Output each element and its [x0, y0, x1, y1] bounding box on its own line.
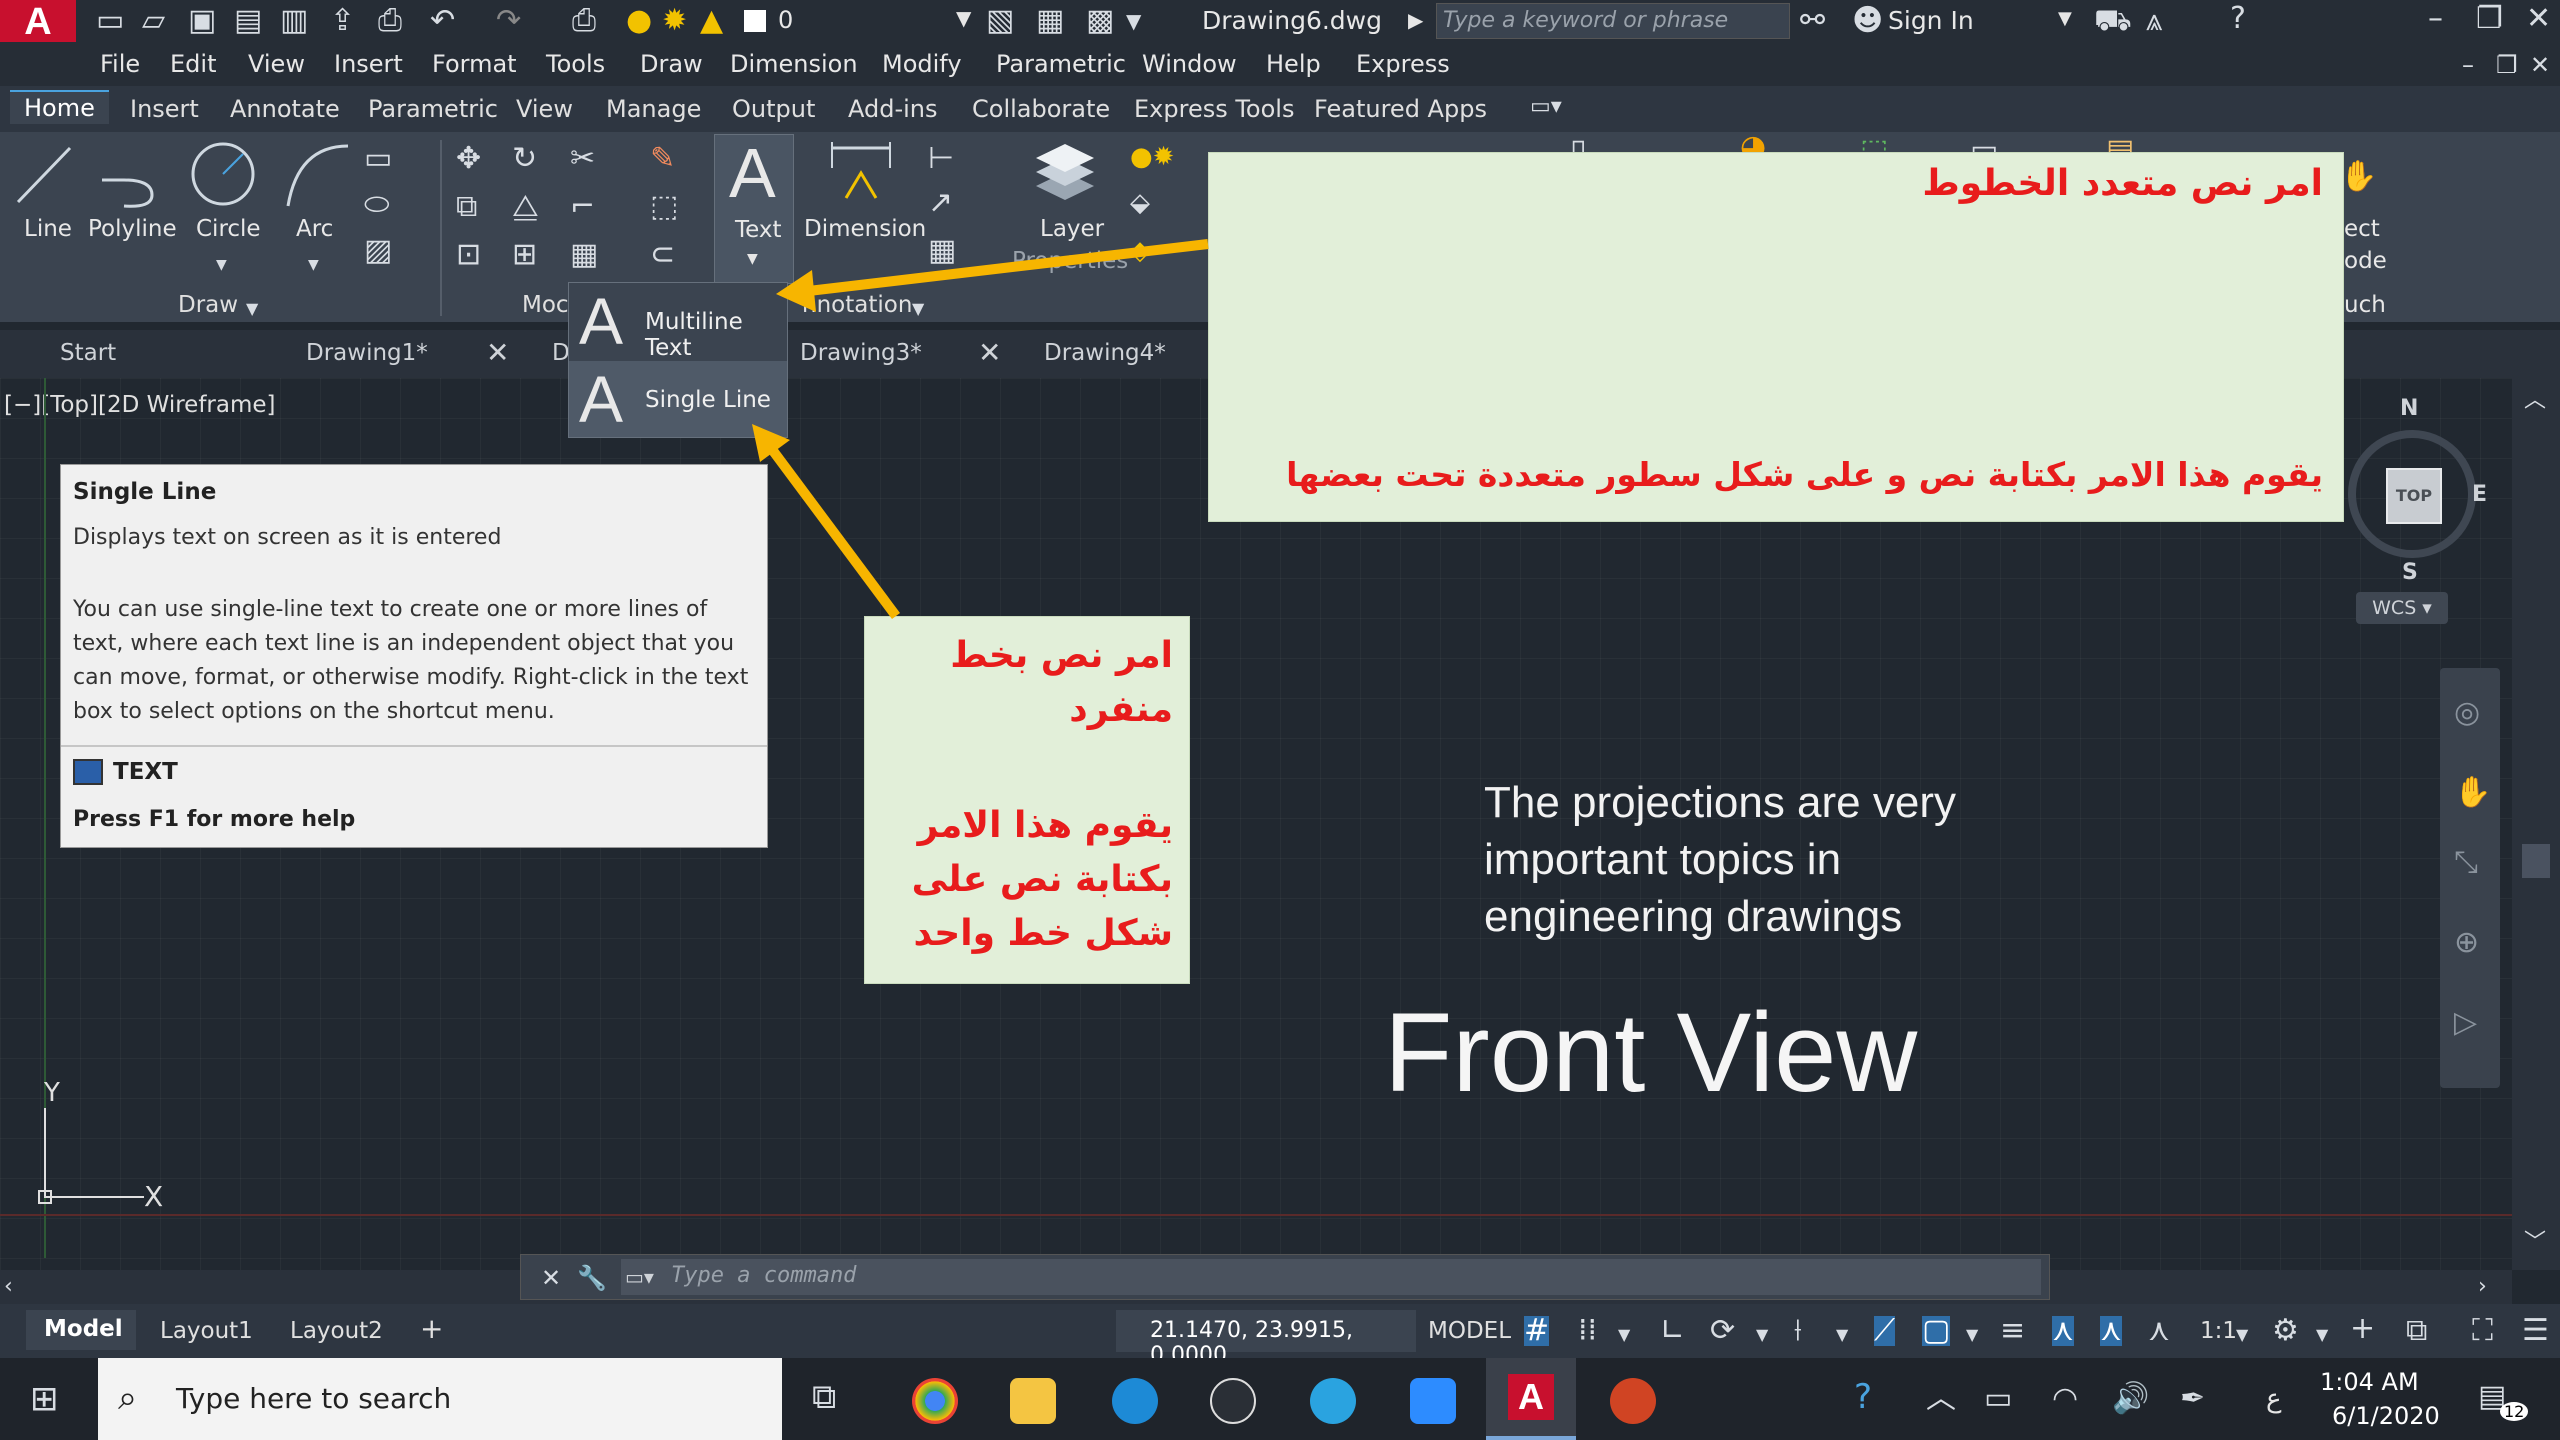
chevron-down-icon[interactable]: ▼ [1836, 1320, 1848, 1350]
search-icon: ⌕ [118, 1378, 138, 1418]
auto-scale-icon[interactable]: ⋏ [2100, 1316, 2122, 1346]
chevron-down-icon[interactable]: ▼ [1618, 1320, 1630, 1350]
layout-tab-model-label: Model [44, 1316, 123, 1342]
task-view-icon[interactable]: ⧉ [812, 1380, 836, 1414]
autocad-icon: A [1508, 1374, 1554, 1420]
add-layout-icon[interactable]: + [420, 1312, 443, 1345]
annotation-scale-icon[interactable]: ⋏ [2148, 1316, 2170, 1346]
file-explorer-icon[interactable] [1010, 1378, 1056, 1424]
fullscreen-icon[interactable]: ⛶ [2472, 1316, 2493, 1346]
layout-tab-layout1[interactable]: Layout1 [160, 1318, 253, 1344]
ortho-icon[interactable]: ∟ [1660, 1316, 1685, 1346]
help-tray-icon[interactable]: ? [1854, 1380, 1872, 1414]
wifi-icon[interactable]: ◠ [2052, 1384, 2078, 1414]
isolate-objects-icon[interactable]: ⧉ [2406, 1316, 2427, 1346]
polar-icon[interactable]: ⟳ [1710, 1316, 1735, 1346]
volume-icon[interactable]: 🔊 [2112, 1384, 2149, 1414]
windows-taskbar: ⊞ ⌕ Type here to search ⧉ A ? ︿ ▭ ◠ 🔊 ✒ … [0, 1358, 2560, 1440]
show-hidden-icons[interactable]: ︿ [1926, 1384, 1956, 1414]
grid-icon[interactable]: # [1524, 1316, 1550, 1346]
clock-time[interactable]: 1:04 AM [2320, 1368, 2419, 1396]
model-space-button[interactable]: MODEL [1428, 1318, 1511, 1344]
layout-tab-layout2[interactable]: Layout2 [290, 1318, 383, 1344]
arrow-head-multiline [776, 270, 816, 312]
annotation-visibility-icon[interactable]: ⋏ [2052, 1316, 2074, 1346]
isodraft-icon[interactable]: ⟋ [1874, 1316, 1895, 1346]
zoom-icon[interactable] [1410, 1378, 1456, 1424]
plus-icon[interactable]: + [2350, 1314, 2375, 1344]
input-language[interactable]: ع [2266, 1384, 2282, 1414]
annotation-scale-value[interactable]: 1:1 [2200, 1318, 2237, 1344]
osnap-tracking-icon[interactable]: ⟊ [1794, 1316, 1802, 1346]
coordinate-readout[interactable]: 21.1470, 23.9915, 0.0000 [1116, 1310, 1416, 1368]
lineweight-icon[interactable]: ≡ [2000, 1316, 2025, 1346]
chevron-down-icon[interactable]: ▼ [2316, 1320, 2328, 1350]
notification-count: 12 [2500, 1402, 2529, 1421]
arrow-to-multiline [799, 239, 1209, 297]
clock-date[interactable]: 6/1/2020 [2332, 1402, 2440, 1430]
snap-icon[interactable]: ⁞⁞ [1578, 1316, 1597, 1346]
battery-icon[interactable]: ▭ [1984, 1384, 2012, 1414]
annotation-arrows [752, 239, 1209, 619]
chevron-down-icon[interactable]: ▼ [2236, 1320, 2248, 1350]
chrome-icon[interactable] [912, 1378, 958, 1424]
chevron-down-icon[interactable]: ▼ [1756, 1320, 1768, 1350]
gear-icon[interactable]: ⚙ [2272, 1316, 2299, 1346]
photos-icon[interactable] [1210, 1378, 1256, 1424]
object-snap-icon[interactable]: ▢ [1922, 1316, 1951, 1346]
taskbar-search-box[interactable]: ⌕ Type here to search [98, 1358, 782, 1440]
status-bar: Model Layout1 Layout2 + 21.1470, 23.9915… [0, 1304, 2560, 1368]
powerpoint-icon[interactable] [1610, 1378, 1656, 1424]
customize-menu-icon[interactable]: ☰ [2522, 1316, 2549, 1346]
taskbar-search-placeholder: Type here to search [176, 1382, 452, 1415]
pen-icon[interactable]: ✒ [2180, 1384, 2205, 1414]
edge-icon[interactable] [1112, 1378, 1158, 1424]
telegram-icon[interactable] [1310, 1378, 1356, 1424]
chevron-down-icon[interactable]: ▼ [1966, 1320, 1978, 1350]
layout-tab-model[interactable]: Model [26, 1310, 136, 1350]
arrow-to-single-line [763, 441, 901, 619]
windows-start-icon[interactable]: ⊞ [30, 1382, 59, 1416]
autocad-taskbar-button[interactable]: A [1486, 1358, 1576, 1440]
